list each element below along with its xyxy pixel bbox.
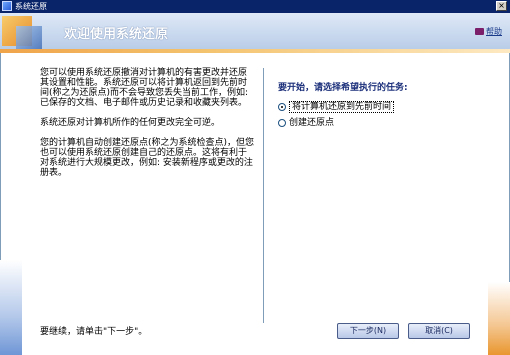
window-title: 系统还原 bbox=[15, 2, 47, 11]
description-paragraph-1: 您可以使用系统还原撤消对计算机的有害更改并还原其设置和性能。系统还原可以将计算机… bbox=[40, 68, 249, 108]
continue-instruction: 要继续，请单击"下一步"。 bbox=[40, 327, 148, 337]
option-label: 创建还原点 bbox=[289, 118, 335, 128]
help-label: 帮助 bbox=[486, 27, 502, 36]
description-paragraph-3: 您的计算机自动创建还原点(称之为系统检查点)，但您也可以使用系统还原创建自己的还… bbox=[40, 138, 255, 178]
radio-button-checked[interactable] bbox=[278, 103, 286, 111]
pane-divider bbox=[263, 68, 264, 323]
help-book-icon bbox=[475, 28, 484, 35]
header-divider bbox=[0, 49, 510, 53]
header-banner: 欢迎使用系统还原 bbox=[0, 13, 510, 53]
option-restore-earlier-time[interactable]: 将计算机还原到先前时间 bbox=[278, 101, 395, 113]
task-prompt-heading: 要开始，请选择希望执行的任务: bbox=[278, 83, 408, 93]
option-label: 将计算机还原到先前时间 bbox=[289, 101, 395, 113]
radio-button[interactable] bbox=[278, 119, 286, 127]
title-bar: 系统还原 × bbox=[0, 0, 510, 13]
page-title: 欢迎使用系统还原 bbox=[64, 27, 169, 42]
close-button[interactable]: × bbox=[496, 1, 507, 11]
header-logo-decoration bbox=[2, 16, 48, 52]
next-button[interactable]: 下一步(N) bbox=[337, 323, 399, 339]
option-create-restore-point[interactable]: 创建还原点 bbox=[278, 117, 334, 129]
decorative-corner-left bbox=[0, 260, 22, 355]
decorative-corner-right bbox=[488, 282, 510, 355]
description-pane: 您可以使用系统还原撤消对计算机的有害更改并还原其设置和性能。系统还原可以将计算机… bbox=[40, 68, 255, 188]
help-link[interactable]: 帮助 bbox=[475, 26, 502, 37]
system-restore-icon bbox=[2, 1, 12, 11]
description-paragraph-2: 系统还原对计算机所作的任何更改完全可逆。 bbox=[40, 118, 221, 128]
cancel-button[interactable]: 取消(C) bbox=[408, 323, 470, 339]
